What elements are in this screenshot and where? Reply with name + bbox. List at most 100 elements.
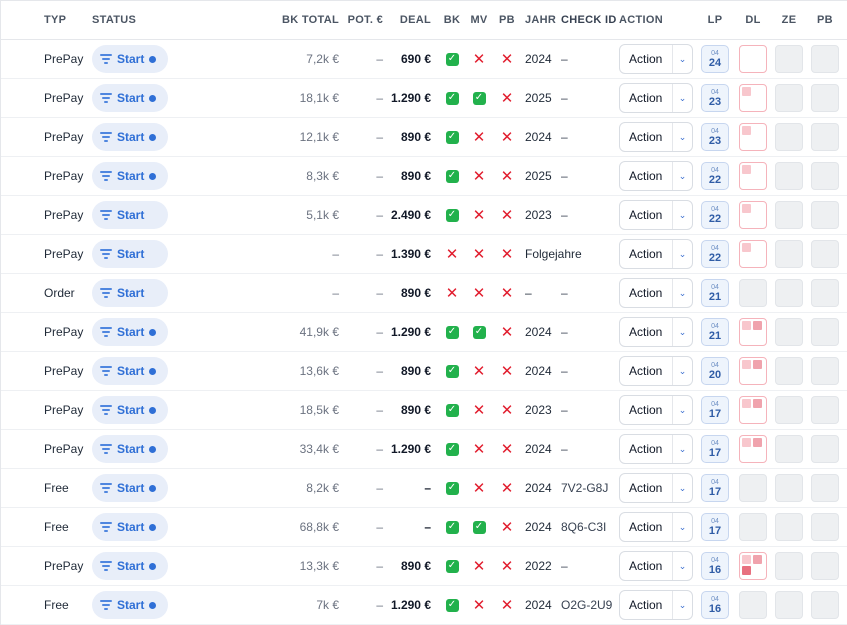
ze-box[interactable] <box>775 396 803 424</box>
table-row[interactable]: PrePay Start 13,6k € –890 € ✓ ✕ ✕ 2024– Action ⌄ 0… <box>1 352 847 391</box>
dl-box[interactable] <box>739 552 767 580</box>
pb-box[interactable] <box>811 552 839 580</box>
status-button[interactable]: Start <box>92 513 168 541</box>
table-row[interactable]: PrePay Start 7,2k € –690 € ✓ ✕ ✕ 2024– Action ⌄ 04… <box>1 40 847 79</box>
chevron-down-icon[interactable]: ⌄ <box>672 45 692 73</box>
dl-box[interactable] <box>739 240 767 268</box>
table-row[interactable]: Free Start 7k € –1.290 € ✓ ✕ ✕ 2024 O2G-2U9 Actio… <box>1 586 847 625</box>
header-ze[interactable]: ZE <box>775 1 803 39</box>
lp-date-badge[interactable]: 04 17 <box>701 474 729 502</box>
dl-box[interactable] <box>739 435 767 463</box>
status-button[interactable]: Start <box>92 396 168 424</box>
header-bk-total[interactable]: BK TOTAL <box>271 1 339 39</box>
status-button[interactable]: Start <box>92 435 168 463</box>
chevron-down-icon[interactable]: ⌄ <box>672 474 692 502</box>
status-button[interactable]: Start <box>92 162 168 190</box>
header-status[interactable]: STATUS <box>92 1 172 39</box>
table-row[interactable]: Free Start 8,2k € – – ✓ ✕ ✕ 2024 7V2-G8J Action ⌄ 04… <box>1 469 847 508</box>
chevron-down-icon[interactable]: ⌄ <box>672 201 692 229</box>
status-button[interactable]: Start <box>92 240 168 268</box>
chevron-down-icon[interactable]: ⌄ <box>672 357 692 385</box>
table-row[interactable]: PrePay Start 18,1k € –1.290 € ✓ ✓ ✕ 2025– Action… <box>1 79 847 118</box>
status-button[interactable]: Start <box>92 123 168 151</box>
action-dropdown[interactable]: Action ⌄ <box>619 83 693 113</box>
ze-box[interactable] <box>775 357 803 385</box>
pb-box[interactable] <box>811 591 839 619</box>
lp-date-badge[interactable]: 04 16 <box>701 552 729 580</box>
table-row[interactable]: Free Start 68,8k € – – ✓ ✓ ✕ 2024 8Q6-C3I Action ⌄ 0… <box>1 508 847 547</box>
action-dropdown[interactable]: Action ⌄ <box>619 512 693 542</box>
chevron-down-icon[interactable]: ⌄ <box>672 552 692 580</box>
pb-box[interactable] <box>811 279 839 307</box>
lp-date-badge[interactable]: 04 23 <box>701 123 729 151</box>
header-dl[interactable]: DL <box>739 1 767 39</box>
chevron-down-icon[interactable]: ⌄ <box>672 162 692 190</box>
action-dropdown[interactable]: Action ⌄ <box>619 434 693 464</box>
ze-box[interactable] <box>775 84 803 112</box>
ze-box[interactable] <box>775 552 803 580</box>
chevron-down-icon[interactable]: ⌄ <box>672 435 692 463</box>
chevron-down-icon[interactable]: ⌄ <box>672 240 692 268</box>
dl-box[interactable] <box>739 474 767 502</box>
header-check-id[interactable]: CHECK ID <box>561 1 621 39</box>
table-row[interactable]: PrePay Start 5,1k € –2.490 € ✓ ✕ ✕ 2023– Action ⌄… <box>1 196 847 235</box>
dl-box[interactable] <box>739 84 767 112</box>
action-dropdown[interactable]: Action ⌄ <box>619 239 693 269</box>
lp-date-badge[interactable]: 04 16 <box>701 591 729 619</box>
chevron-down-icon[interactable]: ⌄ <box>672 318 692 346</box>
ze-box[interactable] <box>775 474 803 502</box>
action-dropdown[interactable]: Action ⌄ <box>619 317 693 347</box>
header-pot[interactable]: POT. € <box>343 1 383 39</box>
pb-box[interactable] <box>811 357 839 385</box>
lp-date-badge[interactable]: 04 21 <box>701 318 729 346</box>
dl-box[interactable] <box>739 45 767 73</box>
chevron-down-icon[interactable]: ⌄ <box>672 279 692 307</box>
table-row[interactable]: PrePay Start 8,3k € –890 € ✓ ✕ ✕ 2025– Action ⌄ 04… <box>1 157 847 196</box>
action-dropdown[interactable]: Action ⌄ <box>619 590 693 620</box>
pb-box[interactable] <box>811 240 839 268</box>
ze-box[interactable] <box>775 435 803 463</box>
ze-box[interactable] <box>775 123 803 151</box>
pb-box[interactable] <box>811 201 839 229</box>
action-dropdown[interactable]: Action ⌄ <box>619 200 693 230</box>
lp-date-badge[interactable]: 04 22 <box>701 162 729 190</box>
pb-box[interactable] <box>811 162 839 190</box>
dl-box[interactable] <box>739 396 767 424</box>
chevron-down-icon[interactable]: ⌄ <box>672 591 692 619</box>
table-row[interactable]: PrePay Start 18,5k € –890 € ✓ ✕ ✕ 2023– Action ⌄ 0… <box>1 391 847 430</box>
status-button[interactable]: Start <box>92 201 168 229</box>
action-dropdown[interactable]: Action ⌄ <box>619 278 693 308</box>
lp-date-badge[interactable]: 04 24 <box>701 45 729 73</box>
ze-box[interactable] <box>775 591 803 619</box>
action-dropdown[interactable]: Action ⌄ <box>619 122 693 152</box>
status-button[interactable]: Start <box>92 45 168 73</box>
table-row[interactable]: PrePay Start 13,3k € –890 € ✓ ✕ ✕ 2022– Action ⌄ 0… <box>1 547 847 586</box>
header-bk[interactable]: BK <box>442 1 462 39</box>
ze-box[interactable] <box>775 318 803 346</box>
header-mv[interactable]: MV <box>469 1 489 39</box>
action-dropdown[interactable]: Action ⌄ <box>619 473 693 503</box>
chevron-down-icon[interactable]: ⌄ <box>672 396 692 424</box>
table-row[interactable]: Order Start – –890 € ✕ ✕ ✕ – – Action ⌄ 04 21 <box>1 274 847 313</box>
table-row[interactable]: PrePay Start – –1.390 € ✕ ✕ ✕ Folgejahre Action ⌄… <box>1 235 847 274</box>
header-lp[interactable]: LP <box>701 1 729 39</box>
ze-box[interactable] <box>775 279 803 307</box>
table-row[interactable]: PrePay Start 41,9k € –1.290 € ✓ ✓ ✕ 2024– Action… <box>1 313 847 352</box>
dl-box[interactable] <box>739 318 767 346</box>
dl-box[interactable] <box>739 123 767 151</box>
ze-box[interactable] <box>775 240 803 268</box>
pb-box[interactable] <box>811 435 839 463</box>
pb-box[interactable] <box>811 396 839 424</box>
pb-box[interactable] <box>811 318 839 346</box>
action-dropdown[interactable]: Action ⌄ <box>619 44 693 74</box>
status-button[interactable]: Start <box>92 318 168 346</box>
header-pb[interactable]: PB <box>497 1 517 39</box>
dl-box[interactable] <box>739 162 767 190</box>
pb-box[interactable] <box>811 474 839 502</box>
pb-box[interactable] <box>811 123 839 151</box>
dl-box[interactable] <box>739 279 767 307</box>
header-deal[interactable]: DEAL <box>383 1 431 39</box>
lp-date-badge[interactable]: 04 23 <box>701 84 729 112</box>
table-row[interactable]: PrePay Start 12,1k € –890 € ✓ ✕ ✕ 2024– Action ⌄ 0… <box>1 118 847 157</box>
header-pb-2[interactable]: PB <box>811 1 839 39</box>
